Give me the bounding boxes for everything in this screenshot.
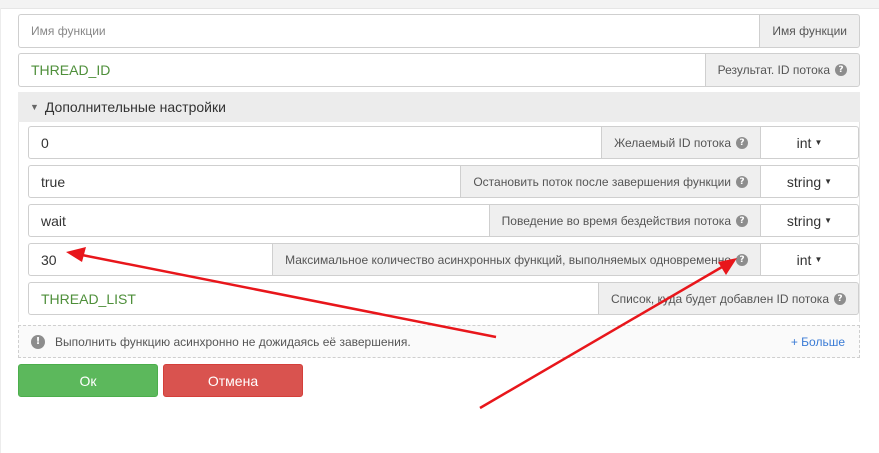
desired-thread-id-input[interactable]: 0 [28, 126, 602, 159]
function-name-input[interactable]: Имя функции [18, 14, 760, 48]
top-bar [0, 0, 879, 9]
help-icon[interactable]: ? [736, 253, 748, 266]
help-icon[interactable]: ? [834, 292, 846, 305]
caret-down-icon: ▼ [824, 216, 833, 225]
type-dropdown[interactable]: string ▼ [761, 204, 859, 237]
param-row: 0 Желаемый ID потока ? int ▼ [28, 126, 859, 159]
type-dropdown-label: string [786, 173, 822, 190]
param-label-text: Поведение во время бездействия потока [501, 213, 731, 228]
help-icon[interactable]: ? [736, 214, 748, 227]
cancel-button[interactable]: Отмена [163, 364, 303, 397]
param-row: wait Поведение во время бездействия пото… [28, 204, 859, 237]
result-thread-id-label: Результат. ID потока ? [704, 53, 860, 87]
left-edge [0, 8, 1, 453]
function-name-label: Имя функции [759, 14, 860, 48]
result-thread-id-row: THREAD_ID Результат. ID потока ? [18, 53, 860, 87]
param-row: 30 Максимальное количество асинхронных ф… [28, 243, 859, 276]
param-label-text: Максимальное количество асинхронных функ… [285, 252, 731, 267]
param-label: Желаемый ID потока ? [601, 126, 761, 159]
param-label: Максимальное количество асинхронных функ… [272, 243, 761, 276]
info-icon: ! [31, 334, 45, 349]
type-dropdown[interactable]: string ▼ [761, 165, 859, 198]
thread-list-input[interactable]: THREAD_LIST [28, 282, 598, 315]
help-icon[interactable]: ? [736, 136, 748, 149]
param-label-text: Остановить поток после завершения функци… [473, 174, 731, 189]
param-label-text: Желаемый ID потока [614, 135, 731, 150]
type-dropdown-label: string [786, 212, 822, 229]
section-title: Дополнительные настройки [44, 99, 226, 115]
function-name-label-text: Имя функции [772, 24, 847, 38]
help-icon[interactable]: ? [736, 175, 748, 188]
info-bar: ! Выполнить функцию асинхронно не дожида… [18, 325, 860, 358]
type-dropdown-label: int [796, 251, 812, 268]
max-async-functions-input[interactable]: 30 [28, 243, 273, 276]
section-border-right [859, 122, 860, 322]
type-dropdown-label: int [796, 134, 812, 151]
more-link[interactable]: + Больше [791, 335, 845, 349]
function-name-row: Имя функции Имя функции [18, 14, 860, 48]
caret-down-icon: ▼ [30, 102, 39, 112]
param-row: true Остановить поток после завершения ф… [28, 165, 859, 198]
type-dropdown[interactable]: int ▼ [761, 243, 859, 276]
thread-list-label-text: Список, куда будет добавлен ID потока [610, 291, 829, 306]
ok-button[interactable]: Ок [18, 364, 158, 397]
help-icon[interactable]: ? [835, 64, 847, 76]
caret-down-icon: ▼ [814, 138, 823, 147]
caret-down-icon: ▼ [814, 255, 823, 264]
result-thread-id-input[interactable]: THREAD_ID [18, 53, 705, 87]
info-text: Выполнить функцию асинхронно не дожидаяс… [55, 334, 411, 349]
stop-thread-input[interactable]: true [28, 165, 461, 198]
caret-down-icon: ▼ [824, 177, 833, 186]
advanced-settings-toggle[interactable]: ▼ Дополнительные настройки [18, 92, 860, 122]
idle-behavior-input[interactable]: wait [28, 204, 489, 237]
thread-list-row: THREAD_LIST Список, куда будет добавлен … [28, 282, 859, 315]
param-label: Остановить поток после завершения функци… [460, 165, 761, 198]
thread-list-label: Список, куда будет добавлен ID потока ? [597, 282, 859, 315]
section-border-left [18, 122, 19, 322]
result-thread-id-label-text: Результат. ID потока [717, 63, 830, 77]
param-label: Поведение во время бездействия потока ? [488, 204, 761, 237]
type-dropdown[interactable]: int ▼ [761, 126, 859, 159]
